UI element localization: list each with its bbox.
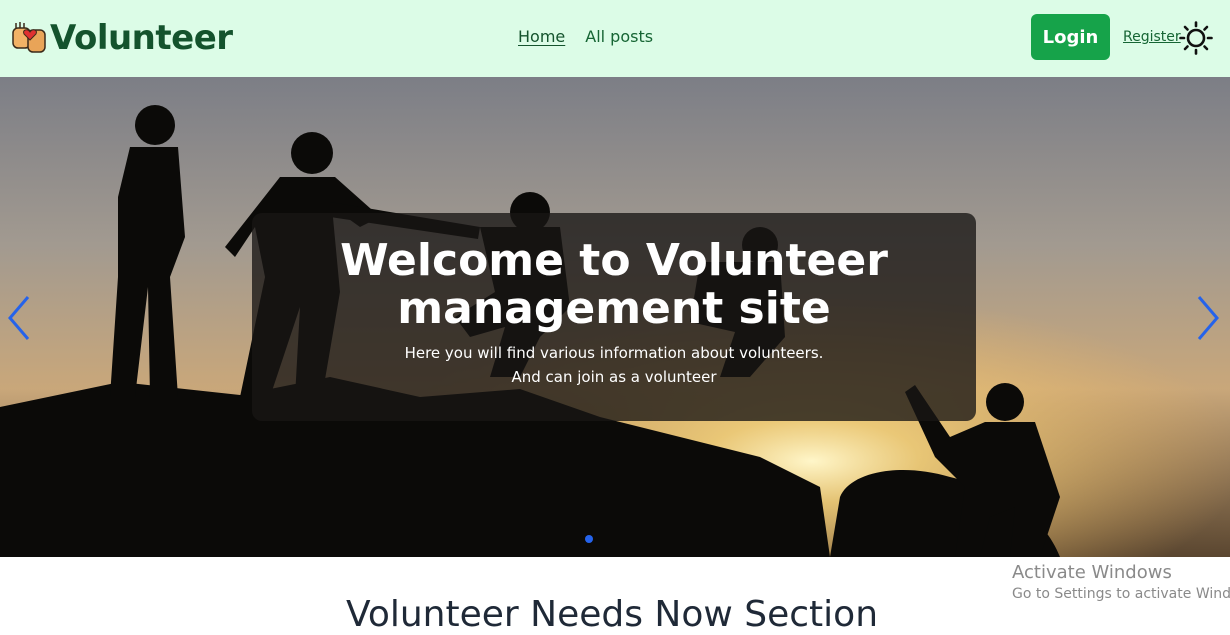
- navbar: Volunteer Home All posts Login Register: [0, 0, 1230, 77]
- chevron-right-icon[interactable]: [1193, 295, 1223, 341]
- nav-link-home[interactable]: Home: [518, 27, 565, 46]
- brand[interactable]: Volunteer: [10, 14, 233, 62]
- main-nav: Home All posts: [518, 27, 653, 46]
- chevron-left-icon[interactable]: [4, 295, 34, 341]
- hero-subtitle-line-1: Here you will find various information a…: [404, 344, 824, 362]
- watermark-title: Activate Windows: [1012, 562, 1172, 583]
- brand-name: Volunteer: [50, 18, 233, 58]
- hero-carousel: Welcome to Volunteer management site Her…: [0, 77, 1230, 557]
- nav-link-all-posts[interactable]: All posts: [585, 27, 653, 46]
- login-button[interactable]: Login: [1031, 14, 1110, 60]
- hero-subtitle: Here you will find various information a…: [252, 341, 976, 389]
- hero-caption: Welcome to Volunteer management site Her…: [252, 213, 976, 421]
- carousel-dot[interactable]: [585, 535, 593, 543]
- hero-title: Welcome to Volunteer management site: [340, 235, 888, 334]
- watermark-subtitle: Go to Settings to activate Windows.: [1012, 586, 1230, 602]
- helping-hands-heart-icon: [12, 22, 46, 53]
- sun-icon[interactable]: [1179, 21, 1213, 55]
- activate-windows-watermark: Activate Windows Go to Settings to activ…: [1012, 562, 1230, 604]
- register-link[interactable]: Register: [1123, 29, 1181, 45]
- hero-subtitle-line-2: And can join as a volunteer: [511, 368, 717, 386]
